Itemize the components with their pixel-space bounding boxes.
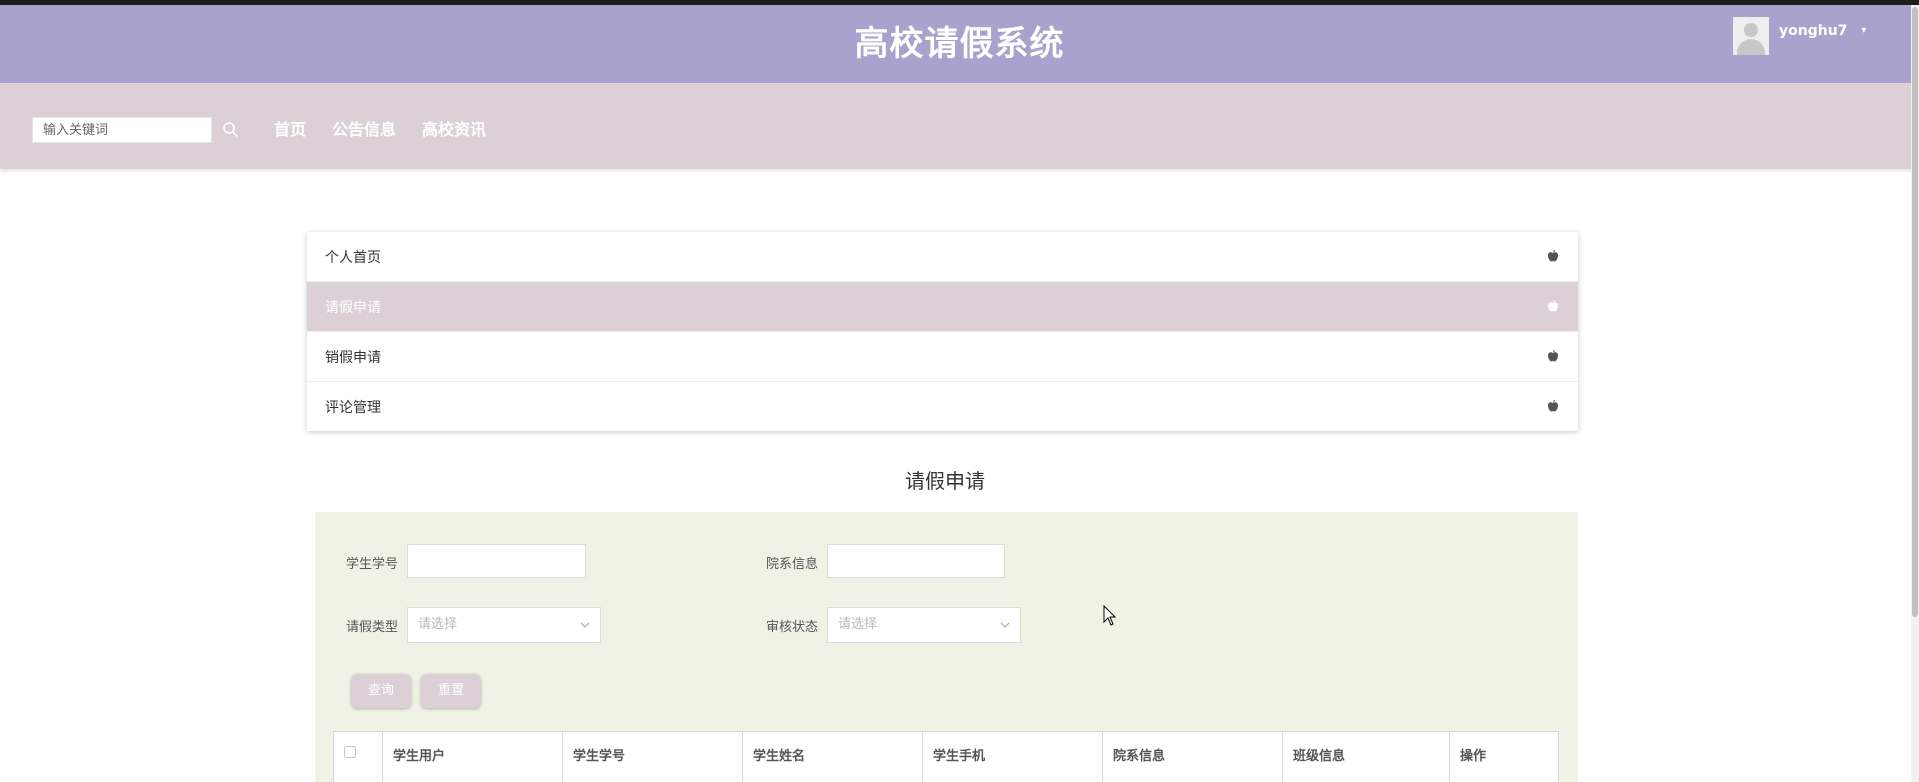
- menu-item-label: 销假申请: [325, 349, 381, 366]
- menu-item-cancel-leave[interactable]: 销假申请: [307, 332, 1578, 382]
- reset-button[interactable]: 重置: [421, 674, 481, 708]
- caret-down-icon[interactable]: ▾: [1861, 25, 1866, 36]
- search-panel: 学生学号 院系信息 请假类型 请选择 审核状态 请选择 查询 重置 学生用户 学…: [315, 512, 1578, 782]
- chevron-down-icon: [1000, 622, 1010, 628]
- apple-icon: [1548, 350, 1558, 362]
- table-header: 学生用户 学生学号 学生姓名 学生手机 院系信息 班级信息 操作: [333, 731, 1559, 782]
- column-header: 操作: [1460, 749, 1487, 764]
- column-header: 学生学号: [563, 732, 743, 782]
- menu-item-leave-request[interactable]: 请假申请: [307, 282, 1578, 332]
- leave-type-placeholder: 请选择: [418, 617, 458, 632]
- chevron-down-icon: [580, 622, 590, 628]
- menu-item-label: 个人首页: [325, 249, 381, 266]
- scrollbar-thumb[interactable]: [1912, 7, 1918, 617]
- username[interactable]: yonghu7: [1779, 23, 1847, 39]
- column-header: 院系信息: [1103, 732, 1283, 782]
- select-all-cell: [334, 732, 383, 782]
- column-header: 班级信息: [1283, 732, 1450, 782]
- nav-links: 首页 公告信息 高校资讯: [274, 116, 512, 140]
- page-title: 请假申请: [905, 469, 985, 493]
- audit-status-placeholder: 请选择: [838, 617, 878, 632]
- student-no-label: 学生学号: [346, 557, 399, 572]
- column-header: 学生姓名: [743, 732, 923, 782]
- query-button[interactable]: 查询: [351, 674, 411, 708]
- search-input[interactable]: [32, 117, 212, 143]
- user-menu[interactable]: yonghu7 ▾: [1733, 17, 1866, 57]
- apple-icon: [1548, 250, 1558, 262]
- mouse-cursor-icon: [1103, 605, 1117, 626]
- site-header: 高校请假系统 yonghu7 ▾: [0, 5, 1919, 83]
- menu-item-label: 请假申请: [325, 299, 381, 316]
- nav-link-home[interactable]: 首页: [274, 116, 306, 140]
- avatar[interactable]: [1733, 17, 1769, 55]
- side-menu: 个人首页 请假申请 销假申请 评论管理: [307, 232, 1578, 431]
- menu-item-comments[interactable]: 评论管理: [307, 382, 1578, 431]
- column-header: 学生手机: [923, 732, 1103, 782]
- page-scrollbar[interactable]: [1911, 5, 1919, 782]
- audit-status-label: 审核状态: [766, 620, 819, 635]
- site-title: 高校请假系统: [854, 24, 1065, 64]
- audit-status-select[interactable]: 请选择: [827, 607, 1021, 643]
- apple-icon: [1548, 300, 1558, 312]
- apple-icon: [1548, 400, 1558, 412]
- dept-label: 院系信息: [766, 557, 819, 572]
- leave-type-select[interactable]: 请选择: [407, 607, 601, 643]
- search-icon[interactable]: [221, 120, 241, 140]
- dept-input[interactable]: [827, 544, 1005, 578]
- nav-bar: 首页 公告信息 高校资讯: [0, 83, 1919, 169]
- student-no-input[interactable]: [407, 544, 586, 578]
- leave-type-label: 请假类型: [346, 620, 399, 635]
- menu-item-home[interactable]: 个人首页: [307, 232, 1578, 282]
- nav-link-announcements[interactable]: 公告信息: [332, 116, 396, 140]
- nav-link-news[interactable]: 高校资讯: [422, 116, 486, 140]
- select-all-checkbox[interactable]: [344, 746, 356, 758]
- column-header: 学生用户: [383, 732, 563, 782]
- menu-item-label: 评论管理: [325, 399, 381, 416]
